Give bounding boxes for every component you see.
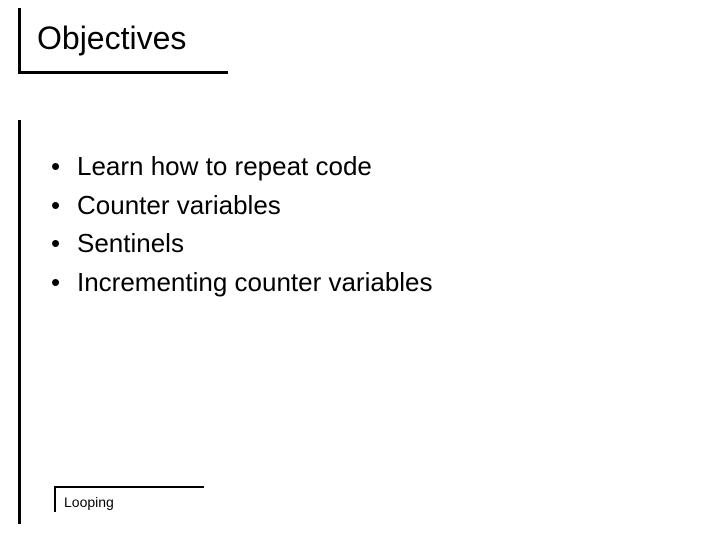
slide-title: Objectives [37, 20, 198, 57]
slide-body: • Learn how to repeat code • Counter var… [18, 120, 678, 524]
list-item: • Learn how to repeat code [51, 150, 658, 183]
bullet-icon: • [51, 190, 77, 221]
bullet-icon: • [51, 228, 77, 259]
list-item: • Incrementing counter variables [51, 266, 658, 299]
bullet-icon: • [51, 267, 77, 298]
list-item: • Sentinels [51, 227, 658, 260]
bullet-text: Incrementing counter variables [77, 266, 433, 299]
bullet-text: Learn how to repeat code [77, 150, 372, 183]
bullet-text: Sentinels [77, 227, 184, 260]
slide-footer-block: Looping [54, 486, 204, 512]
slide-footer: Looping [64, 494, 144, 510]
slide-title-block: Objectives [18, 8, 228, 74]
bullet-text: Counter variables [77, 189, 281, 222]
bullet-icon: • [51, 151, 77, 182]
list-item: • Counter variables [51, 189, 658, 222]
